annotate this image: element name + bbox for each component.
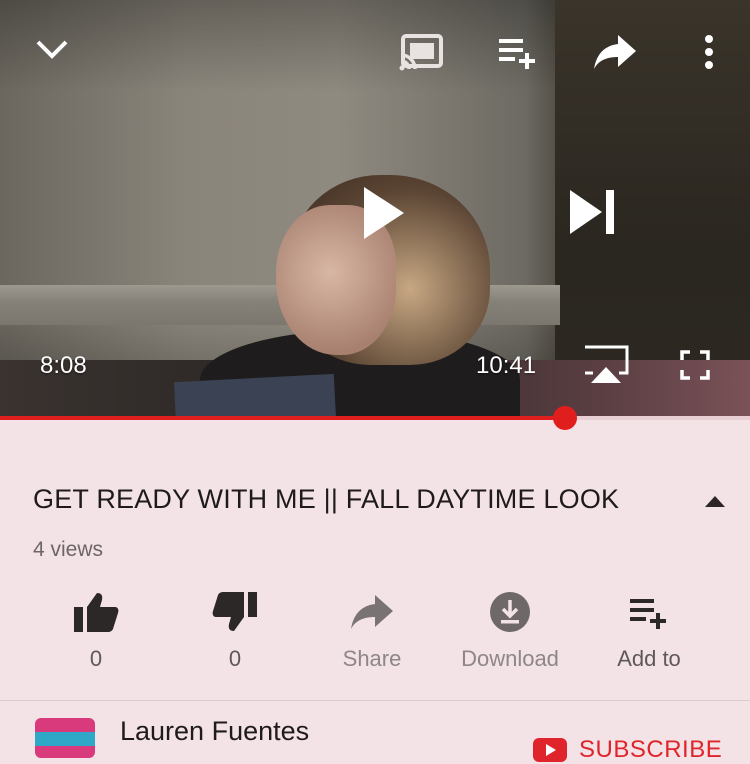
subscribe-button[interactable]: SUBSCRIBE (533, 736, 722, 764)
download-label: Download (461, 646, 559, 671)
current-time: 8:08 (40, 352, 87, 379)
cast-icon (399, 34, 443, 71)
divider (0, 700, 750, 701)
chevron-down-icon (36, 40, 68, 59)
more-vert-icon (705, 35, 713, 69)
cast-button[interactable] (396, 30, 446, 74)
progress-fill (0, 416, 565, 420)
playlist-add-icon (630, 599, 666, 629)
minimize-button[interactable] (30, 30, 74, 70)
skip-next-icon (570, 190, 614, 234)
download-icon (490, 592, 530, 632)
fullscreen-button[interactable] (676, 346, 714, 384)
collapse-description-button[interactable] (704, 494, 726, 513)
dislike-button[interactable]: 0 (165, 588, 305, 672)
like-count: 0 (89, 646, 103, 671)
video-player[interactable]: 8:08 10:41 (0, 0, 750, 418)
video-frame-book (173, 373, 337, 418)
play-icon (364, 187, 404, 239)
add-to-queue-button[interactable] (494, 32, 542, 72)
share-label: Share (342, 646, 402, 671)
add-to-label: Add to (617, 646, 681, 671)
add-to-queue-icon (499, 39, 535, 69)
action-bar: 0 0 Share Download Add to (0, 588, 750, 678)
progress-bar[interactable] (0, 406, 750, 430)
channel-name[interactable]: Lauren Fuentes (120, 716, 309, 747)
thumbs-up-icon (74, 593, 119, 632)
share-icon (594, 35, 636, 69)
thumbs-down-icon (212, 592, 257, 631)
share-button[interactable]: Share (302, 588, 442, 672)
channel-avatar[interactable] (35, 718, 95, 758)
more-options-button[interactable] (694, 30, 724, 74)
airplay-icon (585, 345, 629, 383)
next-video-button[interactable] (562, 184, 622, 240)
download-button[interactable]: Download (440, 588, 580, 672)
collapse-icon (705, 496, 725, 507)
progress-scrubber[interactable] (552, 406, 577, 430)
duration: 10:41 (476, 352, 537, 379)
play-button[interactable] (352, 183, 412, 243)
video-title: GET READY WITH ME || FALL DAYTIME LOOK (33, 484, 620, 514)
like-button[interactable]: 0 (26, 588, 166, 672)
add-to-button[interactable]: Add to (579, 588, 719, 672)
share-icon (351, 595, 393, 629)
fullscreen-icon (680, 350, 710, 380)
subscribe-label: SUBSCRIBE (579, 736, 723, 763)
dislike-count: 0 (228, 646, 242, 671)
share-video-button[interactable] (590, 30, 640, 74)
view-count: 4 views (33, 538, 104, 561)
airplay-button[interactable] (582, 344, 630, 386)
youtube-icon (533, 738, 567, 762)
